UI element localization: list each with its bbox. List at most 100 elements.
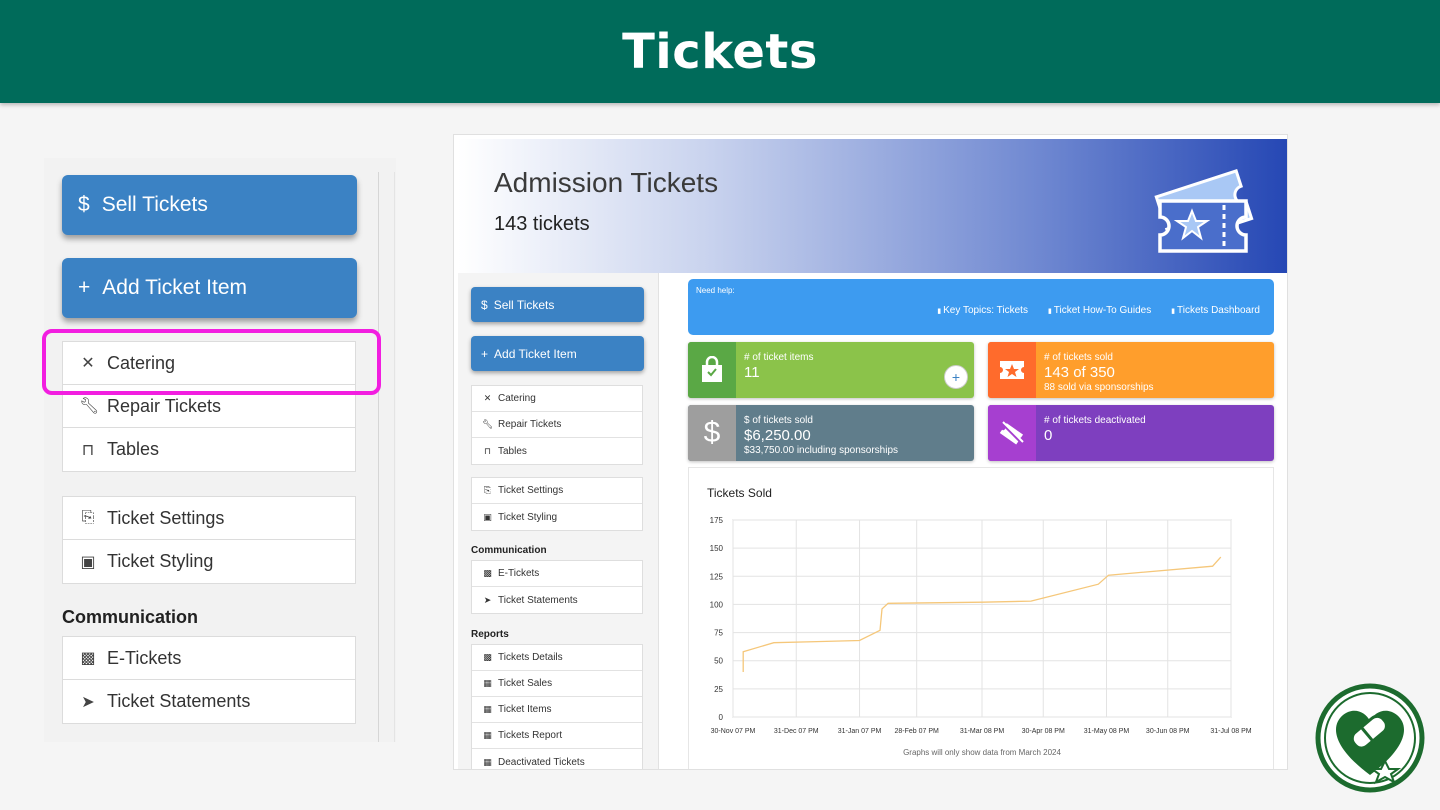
sidebar-item-label: Ticket Styling [107, 551, 214, 571]
sidebar-item-repair-tickets[interactable]: 🔧︎ Repair Tickets [472, 412, 642, 438]
revenue-card: $ $ of tickets sold $6,250.00 $33,750.00… [688, 405, 974, 461]
sidebar-item-e-tickets[interactable]: ▩ E-Tickets [63, 637, 355, 680]
sidebar-item-tickets-report[interactable]: ▦ Tickets Report [472, 723, 642, 749]
communication-group: ▩ E-Tickets ➤ Ticket Statements [471, 560, 643, 614]
sidebar-item-label: E-Tickets [107, 647, 182, 668]
slide-title: Tickets [622, 23, 818, 80]
sell-tickets-label: Sell Tickets [101, 193, 208, 216]
wrench-icon: 🔧︎ [79, 398, 100, 415]
organization-logo-icon [1315, 683, 1425, 793]
sidebar-item-e-tickets[interactable]: ▩ E-Tickets [472, 561, 642, 587]
chart-title: Tickets Sold [707, 486, 772, 500]
card-value: 11 [744, 364, 760, 381]
sidebar-item-ticket-statements[interactable]: ➤ Ticket Statements [472, 587, 642, 613]
sidebar-item-tickets-details[interactable]: ▩ Tickets Details [472, 645, 642, 671]
x-tick-label: 30-Apr 08 PM [1022, 728, 1065, 735]
x-tick-label: 30-Jun 08 PM [1146, 728, 1190, 735]
divider [378, 172, 379, 742]
sidebar-item-label: Ticket Settings [498, 485, 564, 496]
sidebar-item-ticket-styling[interactable]: ▣ Ticket Styling [63, 540, 355, 583]
sidebar-item-catering[interactable]: ✕ Catering [472, 386, 642, 412]
add-ticket-item-button[interactable]: + Add Ticket Item [471, 336, 644, 371]
dollar-icon: $ [481, 297, 488, 312]
settings-doc-icon: ⎘ [483, 485, 492, 495]
ticket-types-group: ✕ Catering 🔧︎ Repair Tickets ⊓ Tables [471, 385, 643, 465]
sidebar-item-label: Ticket Statements [498, 594, 578, 606]
ticket-star-icon [1154, 169, 1254, 253]
help-label: Need help: [696, 286, 735, 295]
shopping-bag-icon [688, 342, 736, 398]
ticket-config-group: ⎘ Ticket Settings ▣ Ticket Styling [62, 496, 356, 584]
table-icon: ▦ [483, 678, 492, 688]
send-icon: ➤ [81, 693, 95, 711]
key-topics-link[interactable]: Key Topics: Tickets [937, 305, 1028, 316]
reports-heading: Reports [471, 629, 509, 640]
sidebar-item-ticket-items[interactable]: ▦ Ticket Items [472, 697, 642, 723]
send-icon: ➤ [483, 594, 492, 605]
y-tick-label: 150 [710, 544, 724, 553]
sidebar-item-label: Catering [498, 393, 536, 404]
x-tick-label: 31-Mar 08 PM [960, 728, 1005, 735]
sidebar-item-label: Ticket Items [498, 704, 552, 715]
deactivated-card: # of tickets deactivated 0 [988, 405, 1274, 461]
y-tick-label: 175 [710, 516, 724, 525]
help-links: Key Topics: Tickets Ticket How-To Guides… [937, 305, 1260, 316]
settings-doc-icon: ⎘ [81, 509, 95, 526]
help-bar: Need help: Key Topics: Tickets Ticket Ho… [688, 279, 1274, 335]
sell-tickets-button[interactable]: $ Sell Tickets [62, 175, 357, 235]
chair-icon: ⊓ [81, 441, 95, 459]
communication-heading: Communication [471, 545, 547, 556]
y-tick-label: 50 [714, 657, 723, 666]
zoomed-sidebar: $ Sell Tickets + Add Ticket Item ✕ Cater… [44, 158, 396, 742]
sidebar-item-label: Tables [498, 445, 527, 457]
sidebar-item-ticket-settings[interactable]: ⎘ Ticket Settings [472, 478, 642, 504]
app-sidebar: $ Sell Tickets + Add Ticket Item ✕ Cateri… [458, 273, 659, 769]
sidebar-item-label: Repair Tickets [107, 395, 222, 416]
sidebar-item-label: Repair Tickets [498, 419, 562, 430]
tickets-dashboard-link[interactable]: Tickets Dashboard [1171, 305, 1260, 316]
ticket-count: 143 tickets [494, 213, 590, 235]
card-label: $ of tickets sold [744, 415, 813, 426]
divider [394, 172, 395, 742]
chart-note: Graphs will only show data from March 20… [903, 748, 1061, 757]
sidebar-item-ticket-sales[interactable]: ▦ Ticket Sales [472, 671, 642, 697]
sidebar-item-tables[interactable]: ⊓ Tables [63, 428, 355, 471]
reports-group: ▩ Tickets Details ▦ Ticket Sales ▦ Ticket I… [471, 644, 643, 769]
sidebar-item-label: Tickets Report [498, 730, 563, 741]
dollar-icon: $ [78, 193, 90, 216]
sell-tickets-label: Sell Tickets [493, 297, 555, 312]
slide-header: Tickets [0, 0, 1440, 103]
sidebar-item-ticket-settings[interactable]: ⎘ Ticket Settings [63, 497, 355, 540]
ticket-slash-icon [988, 405, 1036, 461]
x-tick-label: 31-Jul 08 PM [1210, 728, 1251, 735]
plus-icon: + [78, 276, 91, 299]
communication-heading: Communication [62, 607, 199, 627]
sidebar-item-label: Ticket Sales [498, 678, 553, 689]
sidebar-item-tables[interactable]: ⊓ Tables [472, 438, 642, 464]
app-screenshot: Admission Tickets 143 tickets $ Sell Tic… [453, 134, 1288, 770]
wrench-icon: 🔧︎ [482, 419, 494, 429]
tickets-sold-card: # of tickets sold 143 of 350 88 sold via… [988, 342, 1274, 398]
sidebar-item-deactivated-tickets[interactable]: ▦ Deactivated Tickets [472, 749, 642, 769]
sidebar-item-label: Tickets Details [498, 652, 563, 663]
card-value: $6,250.00 [744, 427, 811, 444]
x-tick-label: 28-Feb 07 PM [895, 728, 940, 735]
catering-highlight [42, 329, 381, 395]
card-subtext: 88 sold via sponsorships [1044, 382, 1154, 393]
page-banner: Admission Tickets 143 tickets [458, 139, 1287, 273]
sidebar-item-ticket-statements[interactable]: ➤ Ticket Statements [63, 680, 355, 723]
wallet-icon: ▣ [80, 553, 96, 571]
ticket-icon: ▩ [80, 650, 96, 667]
card-subtext: $33,750.00 including sponsorships [744, 445, 898, 456]
y-tick-label: 125 [710, 572, 724, 581]
ticket-icon: ▩ [483, 568, 492, 578]
add-ticket-item-button[interactable]: + Add Ticket Item [62, 258, 357, 318]
sidebar-item-label: Ticket Styling [498, 511, 558, 523]
x-tick-label: 30-Nov 07 PM [711, 728, 756, 735]
add-ticket-item-label: Add Ticket Item [102, 276, 247, 299]
plus-icon: + [481, 346, 489, 361]
sidebar-item-ticket-styling[interactable]: ▣ Ticket Styling [472, 504, 642, 530]
how-to-guides-link[interactable]: Ticket How-To Guides [1048, 305, 1151, 316]
sell-tickets-button[interactable]: $ Sell Tickets [471, 287, 644, 322]
add-item-button[interactable]: + [944, 365, 968, 389]
